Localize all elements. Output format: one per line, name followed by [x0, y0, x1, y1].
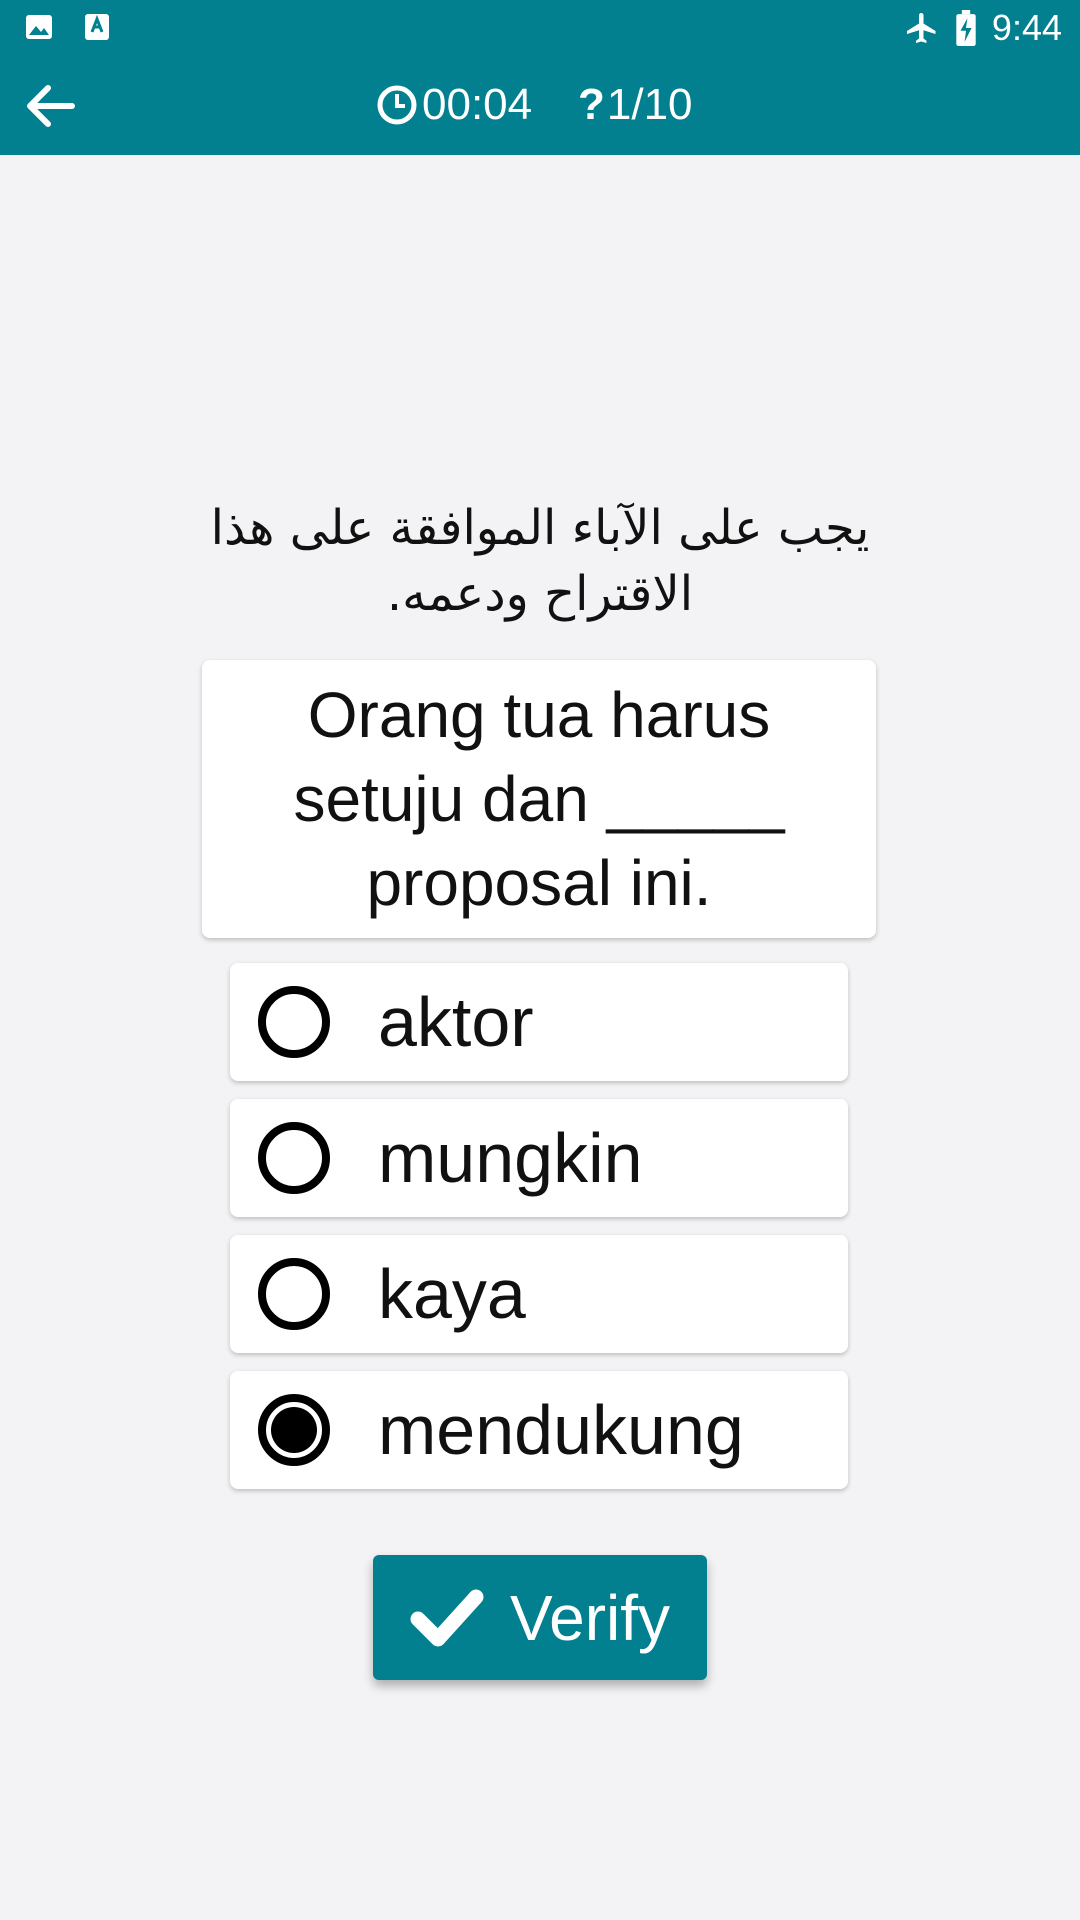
battery-charging-icon: [956, 10, 976, 46]
image-icon: [26, 15, 52, 39]
radio-button[interactable]: [258, 1258, 330, 1330]
radio-button[interactable]: [258, 1122, 330, 1194]
question-text: Orang tua harus setuju dan _____ proposa…: [293, 679, 785, 919]
verify-label: Verify: [509, 1581, 671, 1654]
checkmark-icon: [410, 1589, 484, 1646]
option-mungkin[interactable]: mungkin: [230, 1099, 848, 1217]
option-label: mendukung: [378, 1391, 744, 1469]
option-aktor[interactable]: aktor: [230, 963, 848, 1081]
verify-button[interactable]: Verify: [373, 1555, 707, 1680]
option-label: aktor: [378, 983, 534, 1061]
airplane-icon: [906, 13, 936, 43]
font-icon: [85, 14, 109, 40]
back-arrow-icon[interactable]: [20, 76, 80, 136]
question-progress: 1/10: [606, 80, 693, 129]
option-kaya[interactable]: kaya: [230, 1235, 848, 1353]
status-bar: 9:44: [0, 0, 1080, 56]
option-mendukung[interactable]: mendukung: [230, 1371, 848, 1489]
radio-button[interactable]: [258, 1394, 330, 1466]
status-time: 9:44: [991, 7, 1062, 48]
option-label: kaya: [378, 1255, 526, 1333]
prompt-arabic: يجب على الآباء الموافقة على هذا الاقتراح…: [210, 500, 870, 622]
question-mark-icon: ?: [578, 80, 605, 129]
option-label: mungkin: [378, 1119, 643, 1197]
clock-icon: [377, 85, 417, 125]
app-bar: 00:04 ? 1/10: [0, 56, 1080, 155]
timer-value: 00:04: [422, 80, 533, 129]
question-counter: ? 1/10: [578, 80, 693, 130]
question-card: Orang tua harus setuju dan _____ proposa…: [202, 660, 876, 938]
timer: 00:04: [376, 80, 532, 130]
radio-button[interactable]: [258, 986, 330, 1058]
